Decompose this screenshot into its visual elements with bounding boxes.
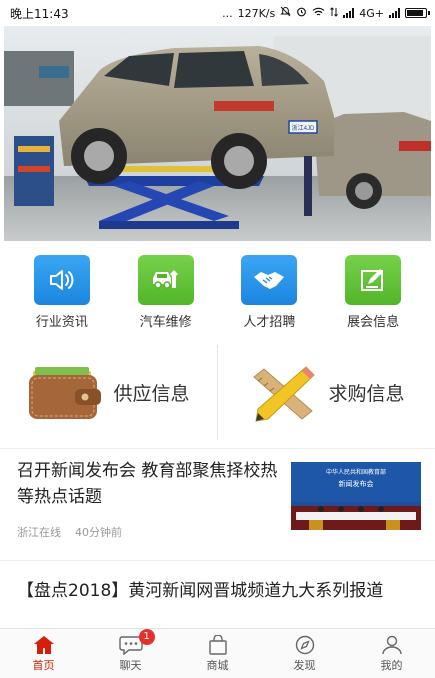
shopping-bag-icon xyxy=(208,634,227,655)
news-item[interactable]: 召开新闻发布会 教育部聚焦择校热等热点话题 浙江在线 40分钟前 中华人民共和国… xyxy=(17,458,421,548)
demand-info-button[interactable]: 求购信息 xyxy=(218,345,435,440)
tab-shop[interactable]: 商城 xyxy=(174,629,261,678)
network-type: 4G+ xyxy=(359,6,384,20)
person-icon xyxy=(381,635,402,654)
category-label: 汽车维修 xyxy=(139,315,192,330)
news-source: 浙江在线 xyxy=(17,526,61,539)
hero-plate-text: 浙江4JD xyxy=(292,124,315,132)
tab-label: 首页 xyxy=(32,658,55,672)
unread-badge: 1 xyxy=(138,629,155,645)
thumb-caption-text: 新闻发布会 xyxy=(339,479,374,488)
tab-label: 我的 xyxy=(380,658,403,672)
hero-banner[interactable]: 浙江4JD xyxy=(4,26,431,241)
hero-car-lift-image: 浙江4JD xyxy=(4,26,431,241)
news-item[interactable]: 【盘点2018】黄河新闻网晋城频道九大系列报道 xyxy=(17,578,421,626)
data-transfer-icon xyxy=(330,6,339,20)
news-thumbnail: 中华人民共和国教育部 新闻发布会 xyxy=(291,462,421,530)
pencil-ruler-icon xyxy=(253,365,316,422)
divider xyxy=(0,560,435,561)
news-time: 40分钟前 xyxy=(75,526,122,539)
tab-discover[interactable]: 发现 xyxy=(261,629,348,678)
alarm-icon xyxy=(296,6,307,20)
news-title: 【盘点2018】黄河新闻网晋城频道九大系列报道 xyxy=(17,581,384,601)
category-industry-news[interactable]: 行业资讯 xyxy=(17,255,107,335)
tab-label: 发现 xyxy=(293,658,316,672)
news-title: 召开新闻发布会 教育部聚焦择校热等热点话题 xyxy=(17,461,278,507)
tab-label: 商城 xyxy=(206,658,229,672)
status-bar: 晚上11:43 ... 127K/s 4G+ xyxy=(0,0,435,26)
tab-home[interactable]: 首页 xyxy=(0,629,87,678)
news-meta: 浙江在线 40分钟前 xyxy=(17,524,122,540)
signal-icon-2 xyxy=(389,8,400,18)
category-label: 人才招聘 xyxy=(243,315,296,330)
status-indicators: ... 127K/s 4G+ xyxy=(222,6,430,20)
status-time: 晚上11:43 xyxy=(10,6,69,21)
network-speed: 127K/s xyxy=(237,6,276,20)
category-grid: 行业资讯 汽车维修 人才招聘 展会信息 xyxy=(0,255,435,335)
handshake-icon xyxy=(241,255,298,305)
bottom-tab-bar: 首页 1 聊天 商城 发现 我的 xyxy=(0,628,435,678)
mute-icon xyxy=(280,6,291,20)
home-icon xyxy=(33,635,54,654)
divider xyxy=(0,448,435,449)
wifi-icon xyxy=(312,7,325,20)
category-label: 展会信息 xyxy=(347,315,400,330)
status-dots: ... xyxy=(222,6,233,20)
supply-label: 供应信息 xyxy=(113,383,190,405)
thumb-banner-text: 中华人民共和国教育部 xyxy=(326,468,386,476)
edit-note-icon xyxy=(345,255,402,305)
category-recruitment[interactable]: 人才招聘 xyxy=(224,255,314,335)
supply-info-button[interactable]: 供应信息 xyxy=(0,345,217,440)
wallet-icon xyxy=(29,366,102,419)
signal-icon xyxy=(343,8,355,18)
battery-icon xyxy=(405,8,430,18)
tab-chat[interactable]: 1 聊天 xyxy=(87,629,174,678)
demand-label: 求购信息 xyxy=(328,383,405,405)
car-repair-icon xyxy=(137,255,194,305)
category-exhibition[interactable]: 展会信息 xyxy=(328,255,418,335)
category-label: 行业资讯 xyxy=(35,315,88,330)
category-car-repair[interactable]: 汽车维修 xyxy=(121,255,211,335)
supply-demand-section: 供应信息 求购信息 xyxy=(0,345,435,440)
tab-profile[interactable]: 我的 xyxy=(348,629,435,678)
compass-icon xyxy=(295,635,314,654)
tab-label: 聊天 xyxy=(119,658,142,672)
speaker-icon xyxy=(33,255,90,305)
